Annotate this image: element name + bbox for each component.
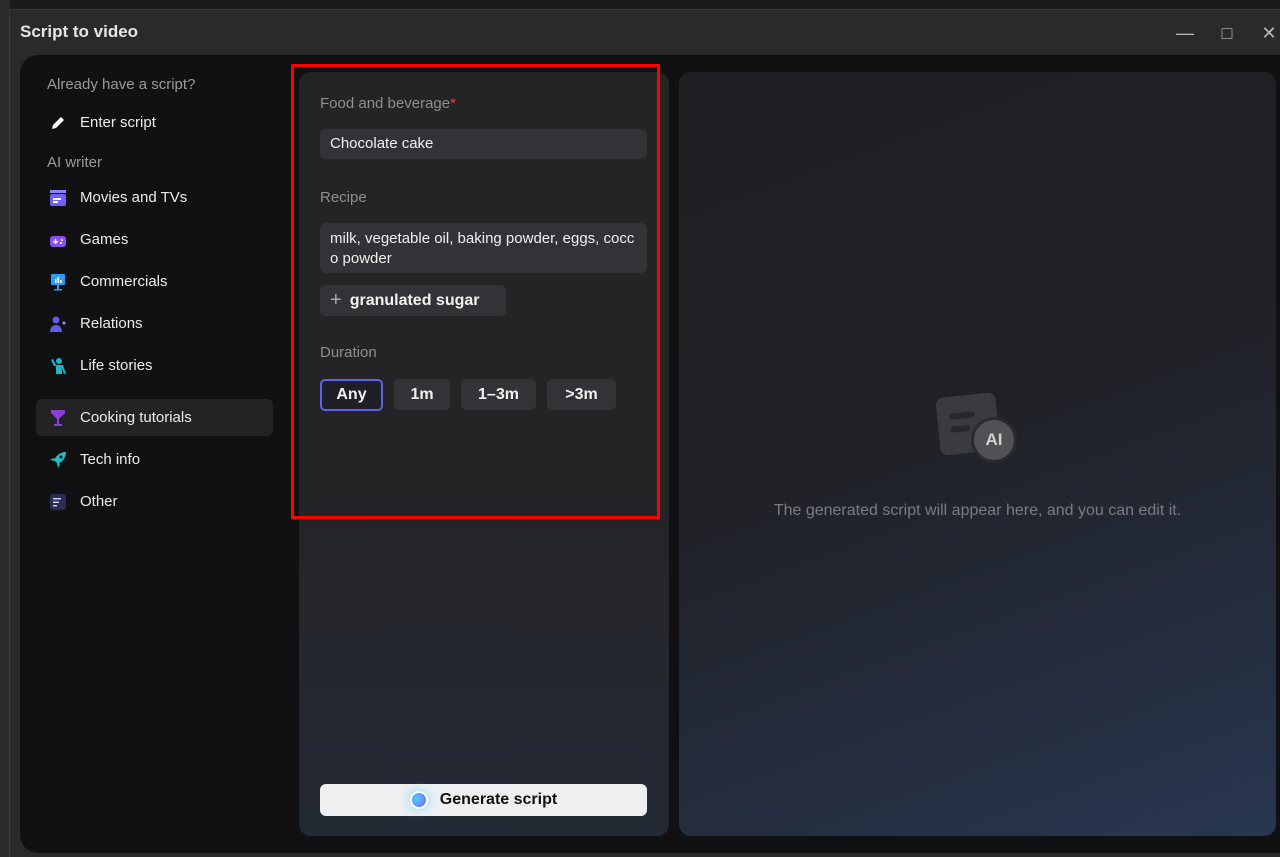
clapperboard-icon: [48, 188, 68, 208]
sidebar-item-label: Relations: [80, 315, 143, 332]
sidebar-item-games[interactable]: Games: [36, 221, 273, 258]
duration-over-3m[interactable]: >3m: [547, 379, 616, 410]
sidebar-item-cooking-tutorials[interactable]: Cooking tutorials: [36, 399, 273, 436]
ai-badge: AI: [971, 417, 1017, 463]
close-icon[interactable]: ✕: [1254, 20, 1280, 46]
ai-script-icon: AI: [935, 392, 1018, 463]
dialog-body: Already have a script? Enter script AI w…: [20, 55, 1280, 853]
pencil-icon: [48, 113, 68, 133]
script-to-video-window: Script to video — □ ✕ Already have a scr…: [9, 9, 1280, 857]
people-heart-icon: [48, 314, 68, 334]
duration-any[interactable]: Any: [320, 379, 383, 411]
suggestion-label: granulated sugar: [349, 291, 480, 309]
sidebar-item-label: Commercials: [80, 273, 168, 290]
required-mark: *: [450, 95, 456, 112]
ai-orb-icon: [409, 791, 428, 809]
recipe-label: Recipe: [320, 189, 367, 206]
duration-1m[interactable]: 1m: [394, 379, 450, 410]
sidebar: Already have a script? Enter script AI w…: [20, 55, 280, 853]
sidebar-item-label: Tech info: [80, 451, 141, 468]
presentation-chart-icon: [48, 272, 68, 292]
food-input[interactable]: Chocolate cake: [320, 129, 647, 159]
section-existing-script: Already have a script?: [47, 76, 196, 93]
gamepad-icon: [48, 230, 68, 250]
sidebar-item-label: Cooking tutorials: [80, 409, 192, 426]
cocktail-glass-icon: [48, 408, 68, 428]
minimize-icon[interactable]: —: [1170, 20, 1200, 46]
preview-placeholder: The generated script will appear here, a…: [773, 502, 1182, 519]
sidebar-item-enter-script[interactable]: Enter script: [36, 104, 273, 141]
person-waving-icon: [48, 356, 68, 376]
script-preview-panel: AI The generated script will appear here…: [679, 72, 1276, 836]
sidebar-item-tech-info[interactable]: Tech info: [36, 441, 273, 478]
sidebar-item-label: Other: [80, 493, 118, 510]
sidebar-item-life-stories[interactable]: Life stories: [36, 347, 273, 384]
food-label-text: Food and beverage: [320, 95, 451, 112]
sidebar-item-label: Life stories: [80, 357, 153, 374]
sidebar-item-label: Movies and TVs: [80, 189, 188, 206]
recipe-input[interactable]: milk, vegetable oil, baking powder, eggs…: [320, 223, 647, 273]
duration-1-3m[interactable]: 1–3m: [461, 379, 536, 410]
window-title: Script to video: [20, 22, 139, 41]
food-label: Food and beverage*: [320, 95, 456, 112]
rocket-icon: [48, 450, 68, 470]
sidebar-item-commercials[interactable]: Commercials: [36, 263, 273, 300]
duration-label: Duration: [320, 344, 377, 361]
title-bar: Script to video — □ ✕: [10, 10, 1280, 55]
sidebar-item-label: Enter script: [80, 114, 156, 131]
note-edit-icon: [48, 492, 68, 512]
form-panel: Food and beverage* Chocolate cake Recipe…: [299, 72, 669, 836]
sidebar-item-relations[interactable]: Relations: [36, 305, 273, 342]
maximize-icon[interactable]: □: [1212, 20, 1242, 46]
add-suggestion-button[interactable]: + granulated sugar: [320, 285, 506, 316]
sidebar-item-other[interactable]: Other: [36, 483, 273, 520]
generate-script-button[interactable]: Generate script: [320, 784, 647, 816]
generate-label: Generate script: [439, 791, 558, 808]
section-ai-writer: AI writer: [47, 154, 103, 171]
plus-icon: +: [330, 289, 342, 311]
sidebar-item-label: Games: [80, 231, 129, 248]
sidebar-item-movies[interactable]: Movies and TVs: [36, 179, 273, 216]
